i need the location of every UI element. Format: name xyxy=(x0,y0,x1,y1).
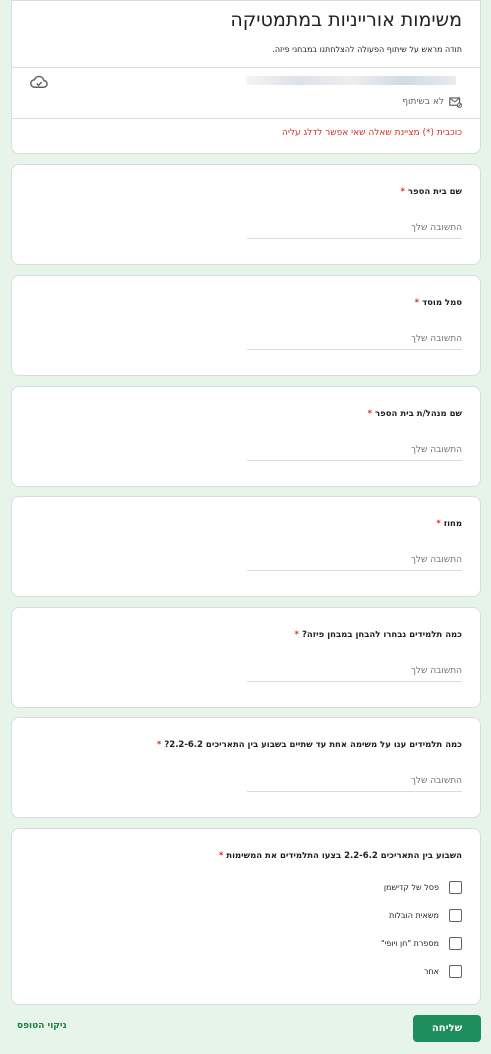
required-star: * xyxy=(436,519,441,529)
checkbox-option-label: פסל של קדישמן xyxy=(383,883,439,892)
question-card-principal-name: שם מנהל/ת בית הספר* xyxy=(11,386,481,487)
checkbox-option-kadishman-sculpture[interactable]: פסל של קדישמן xyxy=(384,881,462,894)
question-title: סמל מוסד* xyxy=(415,298,462,308)
district-input[interactable] xyxy=(247,555,462,571)
school-name-input[interactable] xyxy=(247,223,462,239)
question-card-institution-code: סמל מוסד* xyxy=(11,275,481,376)
institution-code-input[interactable] xyxy=(247,334,462,350)
not-shared-icon xyxy=(449,97,462,108)
question-label: סמל מוסד xyxy=(422,298,462,308)
checkbox-option-label: משאית הובלות xyxy=(388,911,439,920)
question-label: שם מנהל/ת בית הספר xyxy=(375,409,462,419)
required-star: * xyxy=(156,740,162,750)
students-selected-input[interactable] xyxy=(247,666,462,682)
question-card-students-answered: כמה תלמידים ענו על משימה אחת עד שתיים בש… xyxy=(11,717,481,818)
question-card-school-name: שם בית הספר* xyxy=(11,164,481,265)
students-answered-input[interactable] xyxy=(247,776,462,792)
required-star: * xyxy=(294,630,299,640)
form-title: משימות אורייניות במתמטיקה xyxy=(230,9,462,31)
account-email-blurred xyxy=(246,76,456,85)
checkbox[interactable] xyxy=(449,881,462,894)
question-label: השבוע בין התאריכים 2.2-6.2 בצעו התלמידים… xyxy=(226,851,462,861)
checkbox[interactable] xyxy=(449,937,462,950)
question-title: כמה תלמידים נבחרו להבחן במבחן פיזה?* xyxy=(295,630,462,640)
checkbox[interactable] xyxy=(449,965,462,978)
principal-name-input[interactable] xyxy=(247,445,462,461)
checkbox-option-hair-salon[interactable]: מספרת "חן ויופי" xyxy=(381,937,462,950)
submit-button[interactable]: שליחה xyxy=(413,1015,481,1042)
header-divider-2 xyxy=(12,118,480,119)
checkbox-option-label: מספרת "חן ויופי" xyxy=(380,939,439,948)
question-title: השבוע בין התאריכים 2.2-6.2 בצעו התלמידים… xyxy=(219,851,462,861)
checkbox[interactable] xyxy=(449,909,462,922)
required-star: * xyxy=(218,851,224,861)
question-label: מחוז xyxy=(443,519,462,529)
question-label: שם בית הספר xyxy=(407,187,462,197)
checkbox-option-other[interactable]: אחר xyxy=(424,965,462,978)
not-shared-label: לא בשיתוף xyxy=(402,97,444,107)
not-shared-status: לא בשיתוף xyxy=(402,96,462,108)
question-card-district: מחוז* xyxy=(11,496,481,597)
required-star: * xyxy=(400,187,405,197)
required-star: * xyxy=(414,298,420,308)
required-note: כוכבית (*) מציינת שאלה שאי אפשר לדלג עלי… xyxy=(281,128,462,138)
question-title: שם בית הספר* xyxy=(400,187,462,197)
required-star: * xyxy=(367,409,373,419)
question-card-tasks-completed: השבוע בין התאריכים 2.2-6.2 בצעו התלמידים… xyxy=(11,828,481,1005)
form-header-card: משימות אורייניות במתמטיקה תודה מראש על ש… xyxy=(11,0,481,154)
header-divider xyxy=(12,67,480,68)
question-card-students-selected: כמה תלמידים נבחרו להבחן במבחן פיזה?* xyxy=(11,607,481,708)
question-title: מחוז* xyxy=(436,519,462,529)
checkbox-option-moving-truck[interactable]: משאית הובלות xyxy=(389,909,462,922)
checkbox-option-label: אחר xyxy=(423,967,439,976)
clear-form-link[interactable]: ניקוי הטופס xyxy=(17,1021,67,1031)
question-label: כמה תלמידים נבחרו להבחן במבחן פיזה? xyxy=(302,630,462,640)
form-description: תודה מראש על שיתוף הפעולה להצלחתנו במבחנ… xyxy=(272,45,462,54)
cloud-save-icon xyxy=(30,75,48,88)
question-label: כמה תלמידים ענו על משימה אחת עד שתיים בש… xyxy=(164,740,462,750)
question-title: שם מנהל/ת בית הספר* xyxy=(368,409,462,419)
question-title: כמה תלמידים ענו על משימה אחת עד שתיים בש… xyxy=(157,740,462,750)
